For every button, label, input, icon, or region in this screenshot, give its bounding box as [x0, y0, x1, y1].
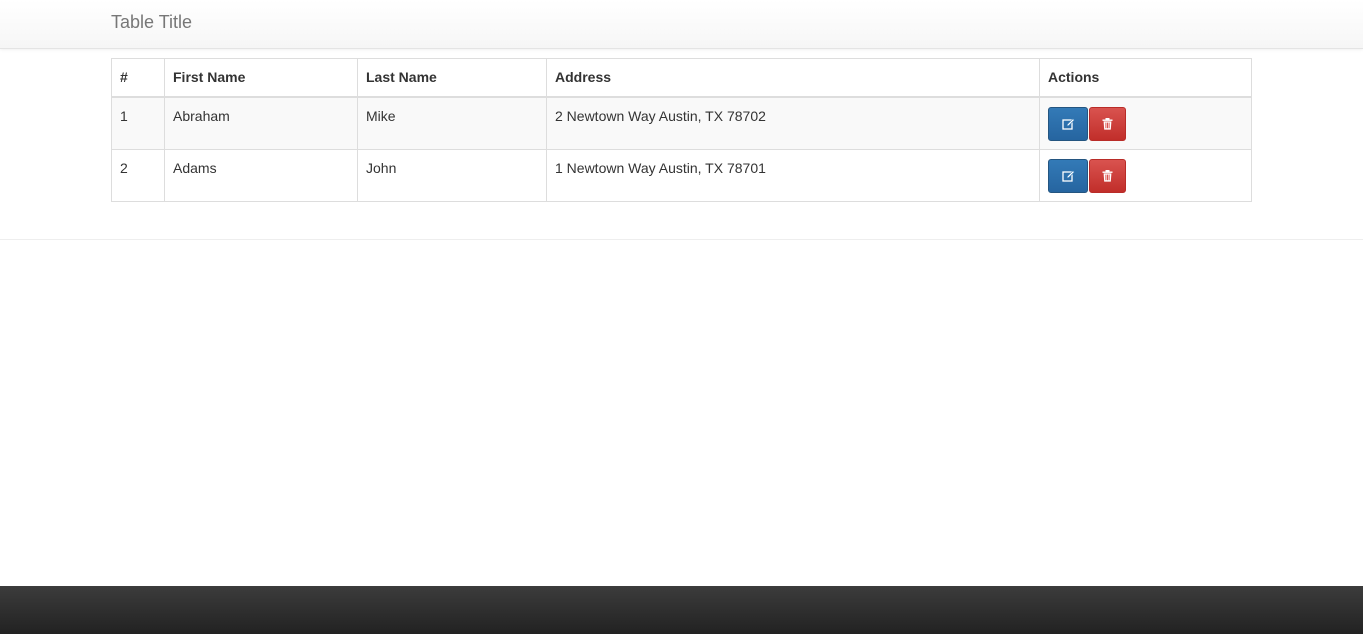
cell-number: 2	[111, 149, 165, 202]
header-last-name: Last Name	[357, 58, 547, 98]
cell-actions	[1039, 96, 1252, 150]
data-table: # First Name Last Name Address Actions 1…	[111, 58, 1252, 202]
delete-button[interactable]	[1089, 107, 1126, 141]
table-row: 1 Abraham Mike 2 Newtown Way Austin, TX …	[111, 96, 1252, 150]
cell-first-name: Adams	[164, 149, 358, 202]
table-row: 2 Adams John 1 Newtown Way Austin, TX 78…	[111, 149, 1252, 202]
edit-icon	[1061, 118, 1075, 130]
edit-button[interactable]	[1048, 159, 1088, 193]
cell-number: 1	[111, 96, 165, 150]
cell-address: 1 Newtown Way Austin, TX 78701	[546, 149, 1040, 202]
navbar: Table Title	[0, 0, 1363, 49]
cell-address: 2 Newtown Way Austin, TX 78702	[546, 96, 1040, 150]
trash-icon	[1102, 170, 1113, 182]
cell-last-name: John	[357, 149, 547, 202]
page-title[interactable]: Table Title	[111, 12, 192, 32]
header-address: Address	[546, 58, 1040, 98]
header-number: #	[111, 58, 165, 98]
data-table-container: # First Name Last Name Address Actions 1…	[111, 58, 1252, 202]
footer-bar	[0, 586, 1363, 634]
cell-last-name: Mike	[357, 96, 547, 150]
edit-button[interactable]	[1048, 107, 1088, 141]
edit-icon	[1061, 170, 1075, 182]
content-divider	[0, 239, 1363, 240]
cell-actions	[1039, 149, 1252, 202]
table-header-row: # First Name Last Name Address Actions	[111, 58, 1252, 98]
header-first-name: First Name	[164, 58, 358, 98]
trash-icon	[1102, 118, 1113, 130]
header-actions: Actions	[1039, 58, 1252, 98]
cell-first-name: Abraham	[164, 96, 358, 150]
delete-button[interactable]	[1089, 159, 1126, 193]
